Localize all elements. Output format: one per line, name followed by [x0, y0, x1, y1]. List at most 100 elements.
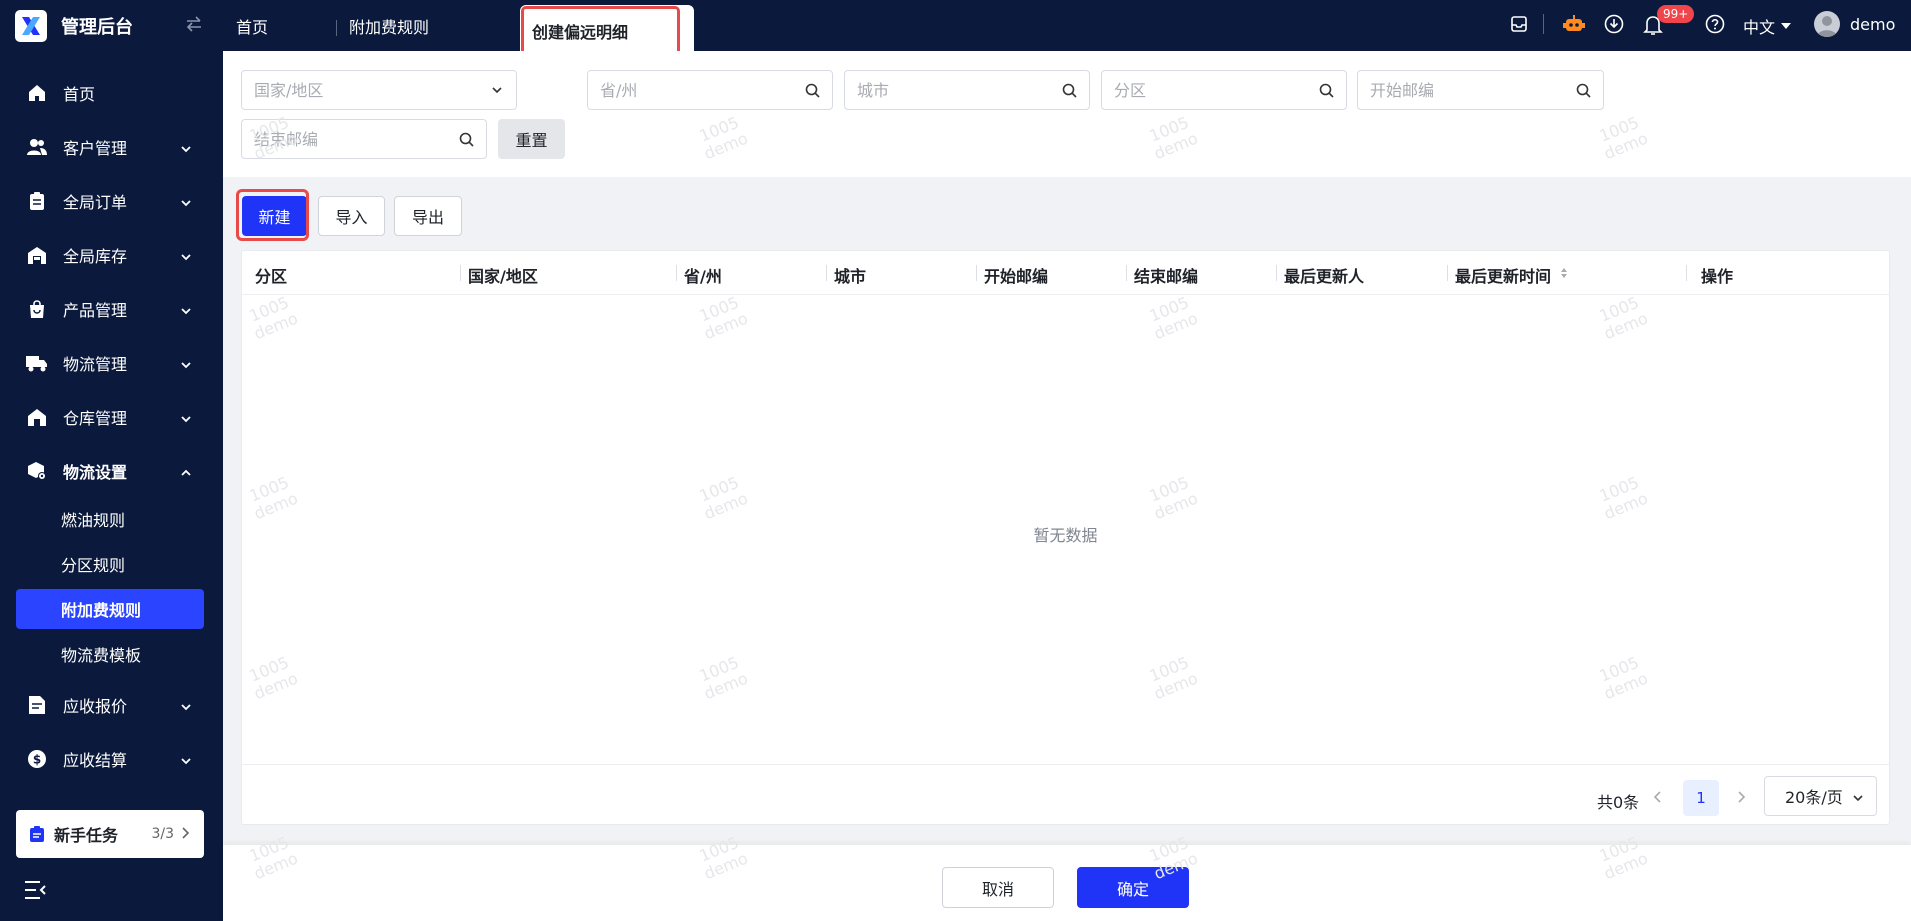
chevron-down-icon	[1852, 792, 1864, 804]
city-field[interactable]	[844, 70, 1090, 110]
search-icon	[1576, 83, 1591, 98]
column-divider	[1276, 265, 1277, 281]
sidebar-item-logistics-settings[interactable]: 物流设置	[16, 449, 204, 493]
sidebar-item-label: 应收报价	[63, 697, 128, 716]
document-icon	[26, 694, 48, 716]
caret-down-icon	[1781, 22, 1792, 30]
avatar	[1814, 11, 1840, 37]
home-icon	[26, 82, 48, 104]
country-input[interactable]	[254, 80, 516, 100]
table-header: 分区 国家/地区 省/州 城市 开始邮编 结束邮编 最后更新人 最后更新时间 操…	[242, 251, 1889, 295]
language-label: 中文	[1743, 18, 1776, 37]
zone-field[interactable]	[1101, 70, 1347, 110]
tab-label: 附加费规则	[349, 17, 430, 37]
column-divider	[460, 265, 461, 281]
newbie-task-card[interactable]: 新手任务 3/3	[16, 810, 204, 858]
start-zip-field[interactable]	[1357, 70, 1604, 110]
sidebar: 管理后台 首页 客户管理 全局订单 全局库存 产品管理 物流管理 仓库管理 物流…	[0, 0, 223, 921]
new-button-highlight-box	[236, 189, 309, 241]
column-divider	[1686, 265, 1687, 281]
tab-home[interactable]: 首页	[236, 0, 268, 51]
chevron-down-icon	[490, 83, 504, 97]
sidebar-item-receivable-quote[interactable]: 应收报价	[16, 683, 204, 727]
help-icon[interactable]	[1705, 14, 1725, 38]
end-zip-field[interactable]	[241, 119, 487, 159]
sidebar-subitem-fuel-rules[interactable]: 燃油规则	[16, 499, 204, 539]
chevron-down-icon	[180, 194, 192, 213]
column-header-last-updated-time[interactable]: 最后更新时间	[1455, 263, 1551, 287]
clipboard-icon	[26, 190, 48, 212]
search-icon	[805, 83, 820, 98]
sidebar-item-customer[interactable]: 客户管理	[16, 125, 204, 169]
column-divider	[1126, 265, 1127, 281]
prev-page-icon[interactable]	[1653, 790, 1663, 804]
page-size-select[interactable]: 20条/页	[1764, 776, 1877, 816]
download-icon[interactable]	[1604, 14, 1624, 38]
app-logo-area: 管理后台	[0, 0, 223, 51]
coin-icon: $	[26, 748, 48, 770]
sidebar-item-label: 物流管理	[63, 355, 128, 374]
zone-input[interactable]	[1114, 80, 1346, 100]
sidebar-item-home[interactable]: 首页	[16, 71, 204, 115]
top-bar: 首页 附加费规则 创建偏远明细 99+ 中文 demo	[223, 0, 1911, 62]
swap-arrows-icon[interactable]	[185, 16, 203, 32]
pagination: 共0条 1 20条/页	[242, 764, 1889, 826]
province-input[interactable]	[600, 80, 832, 100]
warehouse-icon	[26, 244, 48, 266]
robot-icon[interactable]	[1563, 14, 1585, 38]
reset-button[interactable]: 重置	[498, 119, 565, 159]
chevron-down-icon	[180, 248, 192, 267]
sidebar-item-products[interactable]: 产品管理	[16, 287, 204, 331]
warehouse-home-icon	[26, 406, 48, 428]
inbox-icon[interactable]	[1509, 14, 1529, 38]
cancel-button[interactable]: 取消	[942, 867, 1054, 908]
import-button[interactable]: 导入	[318, 196, 385, 236]
sidebar-subitem-surcharge-rules[interactable]: 附加费规则	[16, 589, 204, 629]
next-page-icon[interactable]	[1736, 790, 1746, 804]
chevron-down-icon	[180, 356, 192, 375]
empty-state-text: 暂无数据	[1033, 526, 1098, 545]
chevron-down-icon	[180, 140, 192, 159]
sidebar-subitem-logistics-fee-template[interactable]: 物流费模板	[16, 634, 204, 674]
sidebar-item-logistics[interactable]: 物流管理	[16, 341, 204, 385]
sidebar-item-inventory[interactable]: 全局库存	[16, 233, 204, 277]
users-icon	[26, 136, 48, 158]
sidebar-subitem-label: 燃油规则	[61, 511, 126, 530]
page-number[interactable]: 1	[1683, 780, 1719, 816]
export-button[interactable]: 导出	[394, 196, 462, 236]
sidebar-subitem-zone-rules[interactable]: 分区规则	[16, 544, 204, 584]
shopping-bag-icon	[26, 298, 48, 320]
collapse-menu-icon[interactable]	[24, 880, 46, 900]
city-input[interactable]	[857, 80, 1089, 100]
svg-text:$: $	[33, 753, 41, 767]
search-icon	[1319, 83, 1334, 98]
task-clipboard-icon	[30, 826, 44, 842]
province-field[interactable]	[587, 70, 833, 110]
sidebar-item-label: 应收结算	[63, 751, 128, 770]
sidebar-item-receivable-settlement[interactable]: $ 应收结算	[16, 737, 204, 781]
sidebar-item-label: 全局库存	[63, 247, 128, 266]
sort-icon[interactable]	[1560, 267, 1568, 279]
end-zip-input[interactable]	[254, 129, 486, 149]
start-zip-input[interactable]	[1370, 80, 1603, 100]
column-header-last-updater: 最后更新人	[1284, 267, 1365, 286]
pagination-total: 共0条	[1597, 793, 1640, 812]
logo-icon	[15, 9, 47, 42]
language-selector[interactable]: 中文	[1743, 14, 1792, 38]
tab-surcharge-rules[interactable]: 附加费规则	[349, 0, 429, 51]
sidebar-item-warehouse[interactable]: 仓库管理	[16, 395, 204, 439]
sidebar-subitem-label: 物流费模板	[61, 646, 142, 665]
chevron-right-icon	[180, 826, 190, 840]
sidebar-item-orders[interactable]: 全局订单	[16, 179, 204, 223]
truck-icon	[26, 352, 48, 374]
chevron-down-icon	[180, 752, 192, 771]
sidebar-item-label: 物流设置	[63, 463, 128, 482]
search-icon	[1062, 83, 1077, 98]
chevron-down-icon	[180, 698, 192, 717]
user-menu[interactable]: demo	[1814, 11, 1895, 37]
confirm-button[interactable]: 确定	[1077, 867, 1189, 908]
app-title: 管理后台	[61, 16, 133, 38]
chevron-down-icon	[180, 410, 192, 429]
country-select[interactable]	[241, 70, 517, 110]
chevron-up-icon	[180, 464, 192, 483]
